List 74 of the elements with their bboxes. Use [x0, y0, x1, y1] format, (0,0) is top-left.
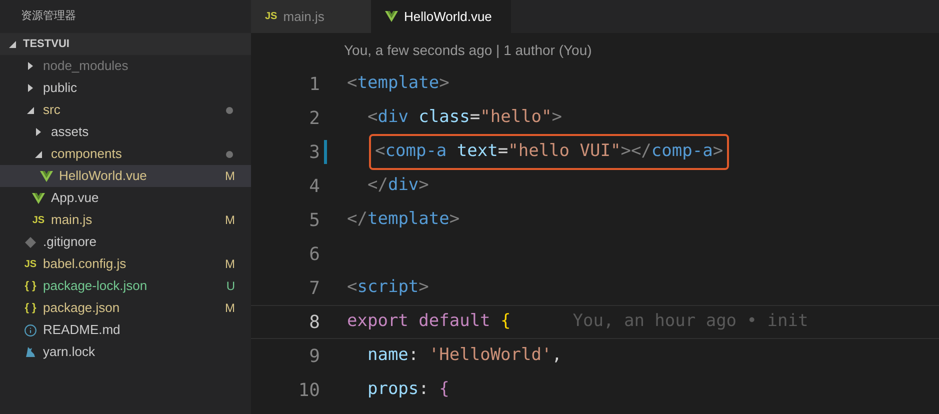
tree-item[interactable]: JS main.js M [0, 209, 251, 231]
line-number: 5 [308, 208, 320, 232]
git-status-letter: U [226, 278, 235, 295]
file-name: package-lock.json [43, 277, 148, 296]
tree-item[interactable]: README.md [0, 319, 251, 341]
code-line: <template> [347, 72, 450, 96]
line-number: 7 [308, 276, 320, 300]
file-name: components [51, 145, 122, 164]
line-number: 6 [308, 242, 320, 266]
json-file-icon: { } [24, 300, 36, 316]
code-line: <script> [347, 276, 429, 300]
code-line: name: 'HelloWorld', [366, 344, 562, 368]
file-name: README.md [43, 321, 120, 340]
file-name: assets [51, 123, 89, 142]
tree-item[interactable]: HelloWorld.vue M [0, 165, 251, 187]
file-name: package.json [43, 299, 120, 318]
vue-icon [32, 192, 45, 204]
code-line: </template> [347, 208, 460, 232]
file-name: public [43, 79, 77, 98]
git-status-letter: M [225, 212, 235, 229]
tree-item[interactable]: { } package.json M [0, 297, 251, 319]
cat-icon [25, 346, 36, 358]
expanded-triangle-icon[interactable] [27, 106, 34, 114]
editor-tab[interactable]: JS main.js [251, 0, 371, 33]
tree-item[interactable]: App.vue [0, 187, 251, 209]
file-name: src [43, 101, 60, 120]
json-file-icon: { } [24, 278, 36, 294]
tree-item[interactable]: components [0, 143, 251, 165]
js-file-icon: JS [24, 256, 37, 272]
git-status-letter: M [225, 256, 235, 273]
expanded-triangle-icon[interactable] [9, 40, 16, 48]
tree-item[interactable]: .gitignore [0, 231, 251, 253]
codelens-text[interactable]: You, a few seconds ago | 1 author (You) [344, 40, 592, 60]
collapsed-triangle-icon[interactable] [27, 84, 34, 92]
line-number: 4 [308, 174, 320, 198]
git-status-letter: M [225, 300, 235, 317]
section-header[interactable]: TESTVUI [0, 33, 251, 55]
line-number: 3 [308, 140, 320, 164]
tree-item[interactable]: node_modules [0, 55, 251, 77]
file-name: node_modules [43, 57, 128, 76]
js-file-icon: JS [265, 9, 278, 24]
file-name: babel.config.js [43, 255, 126, 274]
editor-tab[interactable]: HelloWorld.vue [371, 0, 511, 33]
code-line: <div class="hello"> [366, 106, 562, 130]
expanded-triangle-icon[interactable] [35, 150, 42, 158]
file-name: App.vue [51, 189, 99, 208]
git-status-letter: M [225, 168, 235, 185]
file-name: yarn.lock [43, 343, 96, 362]
tree-item[interactable]: JS babel.config.js M [0, 253, 251, 275]
line-number: 10 [297, 378, 320, 402]
vue-icon [385, 11, 398, 22]
tree-item[interactable]: assets [0, 121, 251, 143]
info-icon [24, 324, 37, 336]
file-name: HelloWorld.vue [59, 167, 147, 186]
code-line: </div> [366, 174, 429, 198]
diamond-icon [25, 236, 36, 248]
collapsed-triangle-icon[interactable] [27, 62, 34, 70]
code-line: props: { [366, 378, 450, 402]
sidebar-title: 资源管理器 [21, 9, 76, 24]
line-number: 2 [308, 106, 320, 130]
collapsed-triangle-icon[interactable] [35, 128, 42, 136]
tree-item[interactable]: yarn.lock [0, 341, 251, 363]
file-name: main.js [51, 211, 92, 230]
line-number: 8 [308, 310, 320, 334]
line-number: 9 [308, 344, 320, 368]
blame-annotation: You, an hour ago • init [572, 310, 808, 334]
tree-item[interactable]: { } package-lock.json U [0, 275, 251, 297]
tree-item[interactable]: src [0, 99, 251, 121]
js-file-icon: JS [32, 212, 45, 228]
vue-icon [40, 170, 53, 182]
file-name: .gitignore [43, 233, 96, 252]
line-number: 1 [308, 72, 320, 96]
tree-item[interactable]: public [0, 77, 251, 99]
code-line: export default { [347, 310, 511, 334]
